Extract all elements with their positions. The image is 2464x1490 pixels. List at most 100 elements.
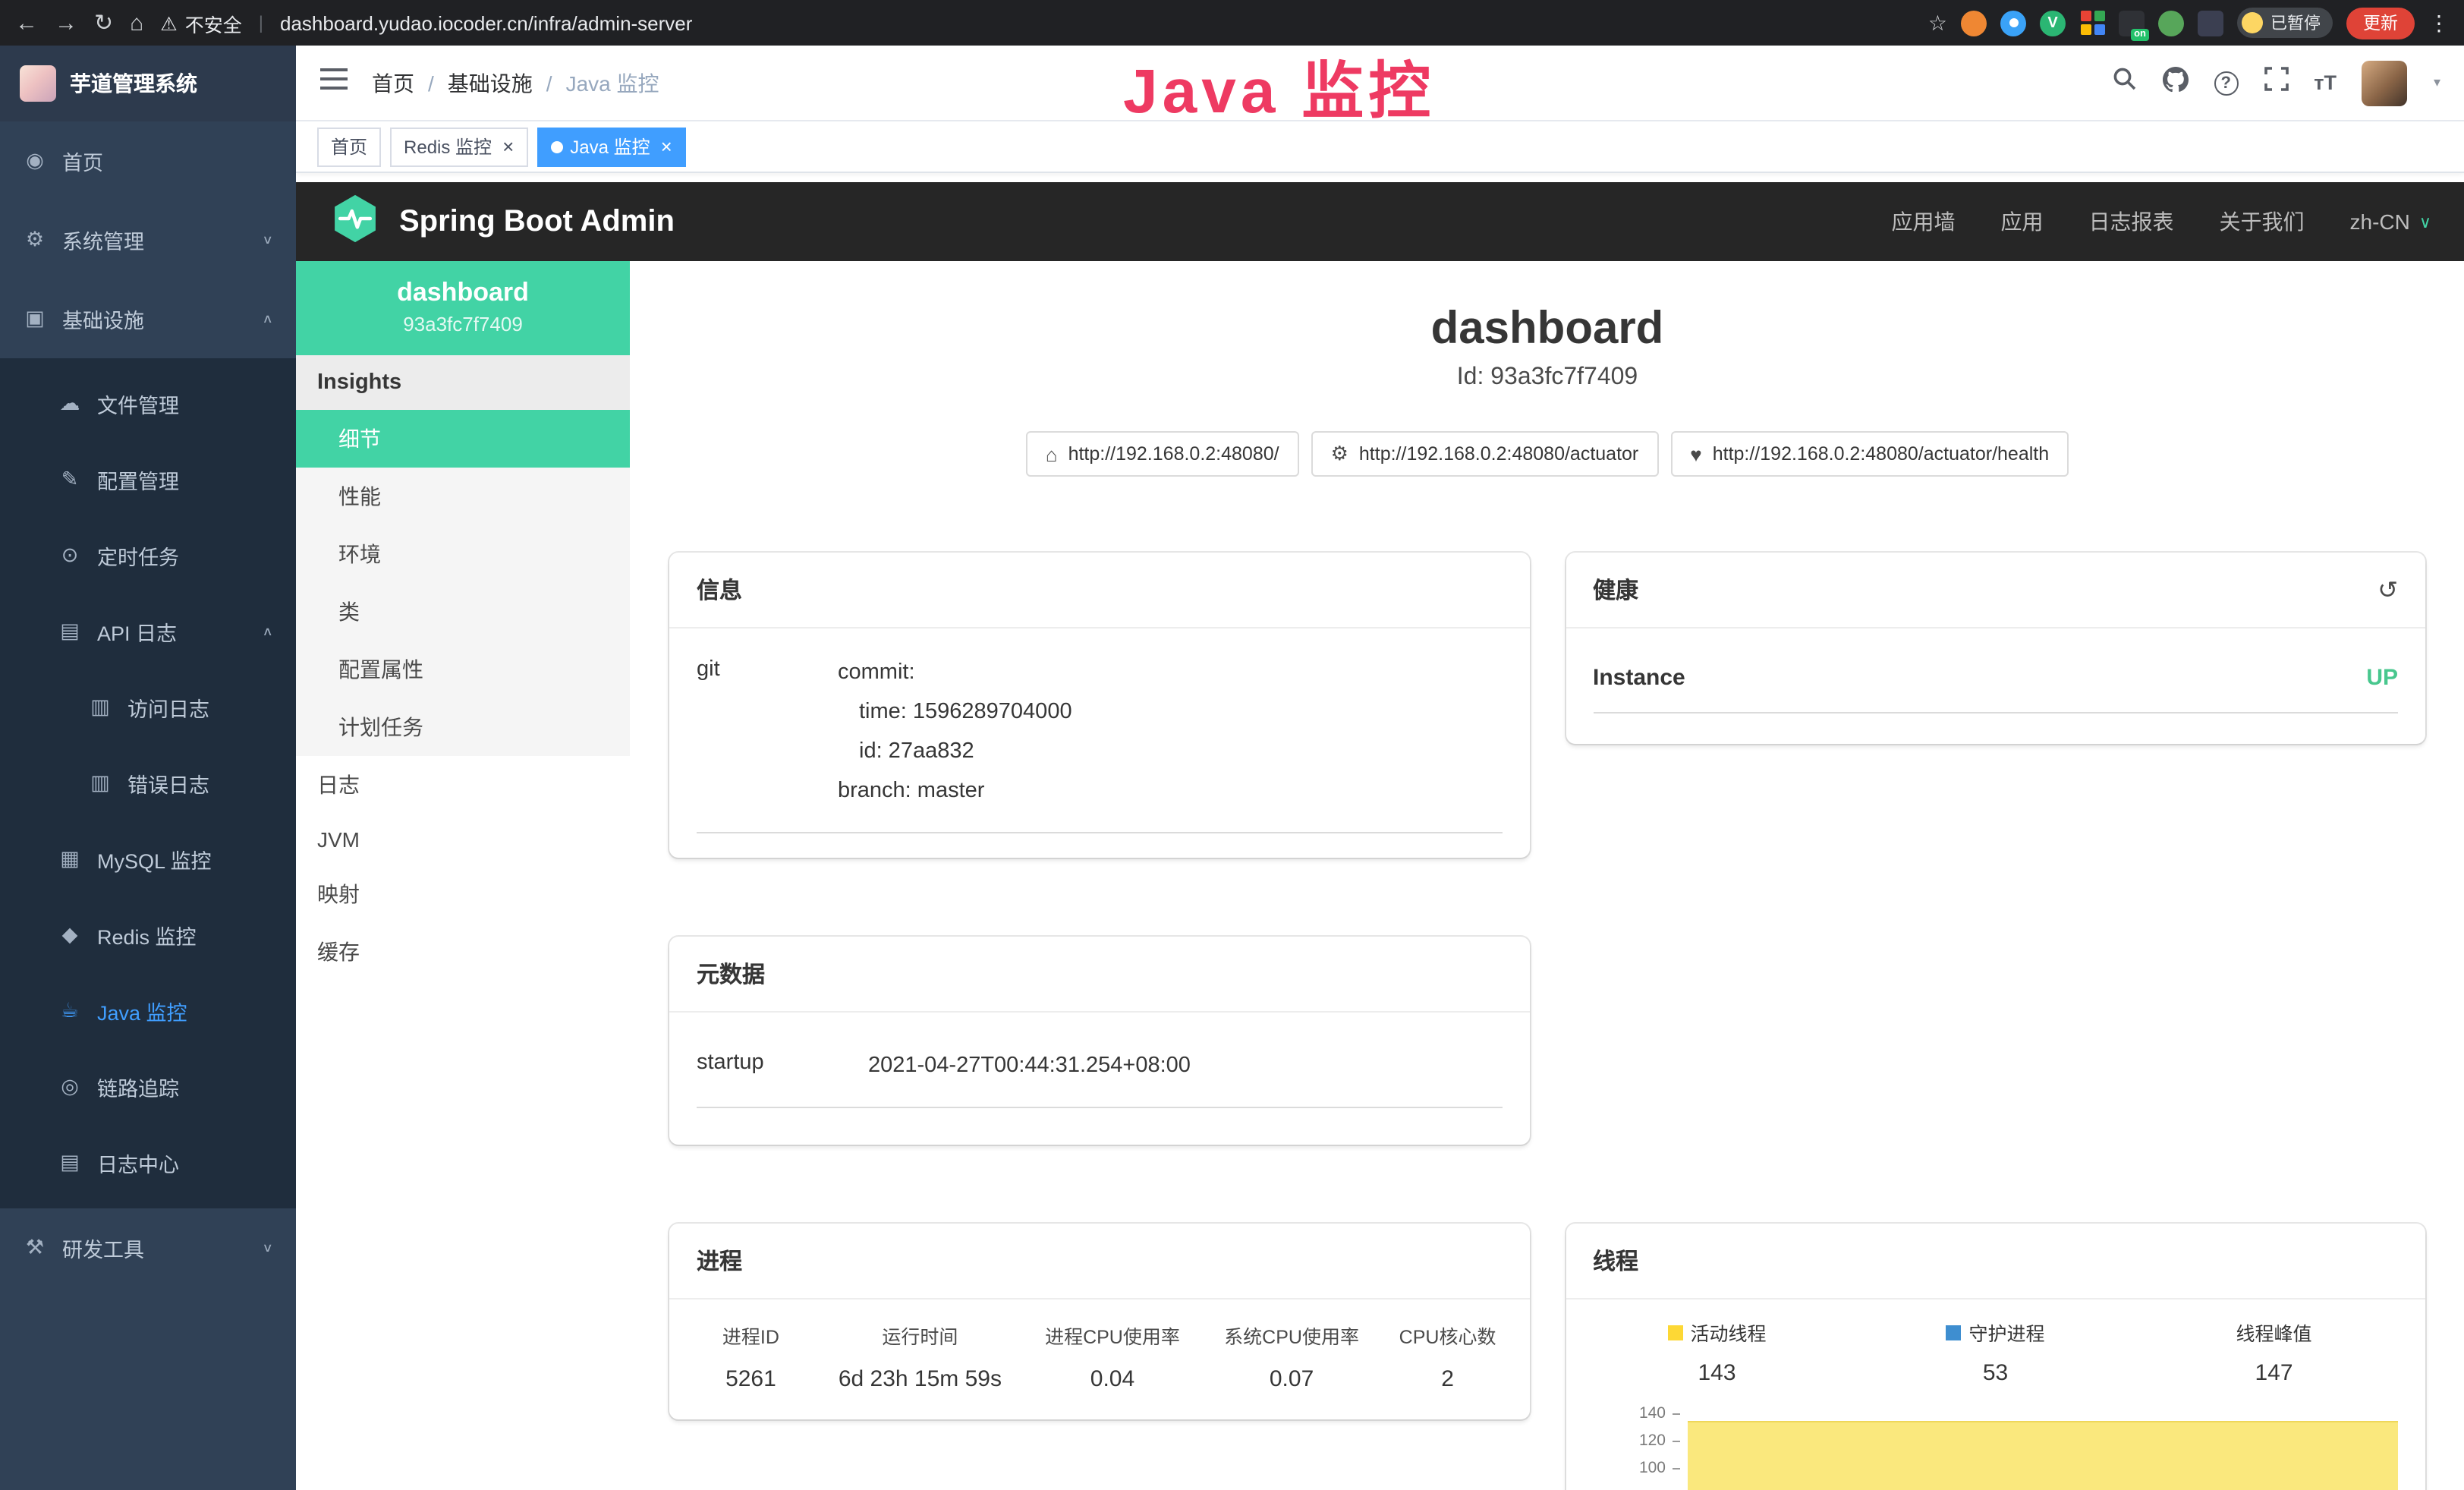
infrastructure-submenu: ☁ 文件管理 ✎ 配置管理 ⊙ 定时任务 ▤ API 日志 ∧ ▥ bbox=[0, 358, 296, 1208]
sidebar-item-error-logs[interactable]: ▥ 错误日志 bbox=[0, 745, 296, 821]
divider: | bbox=[259, 12, 263, 33]
sidebar-item-config-management[interactable]: ✎ 配置管理 bbox=[0, 442, 296, 518]
col-header: 系统CPU使用率 bbox=[1202, 1321, 1381, 1350]
sba-nav-journal[interactable]: 日志报表 bbox=[2089, 206, 2174, 237]
sidebar-item-label: 错误日志 bbox=[127, 768, 209, 799]
extension-pin-icon[interactable] bbox=[2000, 10, 2026, 36]
sidebar-item-redis-monitor[interactable]: ◆ Redis 监控 bbox=[0, 897, 296, 973]
sba-item-config-props[interactable]: 配置属性 bbox=[296, 641, 630, 698]
sba-nav-about[interactable]: 关于我们 bbox=[2220, 206, 2305, 237]
bookmark-star-icon[interactable]: ☆ bbox=[1928, 10, 1947, 36]
breadcrumb-home[interactable]: 首页 bbox=[372, 68, 414, 98]
fullscreen-icon[interactable] bbox=[2264, 67, 2288, 99]
sidebar-item-mysql-monitor[interactable]: ▦ MySQL 监控 bbox=[0, 821, 296, 897]
tab-java-monitor[interactable]: Java 监控 × bbox=[537, 127, 686, 166]
sidebar-item-file-management[interactable]: ☁ 文件管理 bbox=[0, 366, 296, 442]
address-bar[interactable]: dashboard.yudao.iocoder.cn/infra/admin-s… bbox=[280, 11, 692, 34]
info-key: git bbox=[697, 653, 838, 811]
extension-fox-icon[interactable] bbox=[1961, 10, 1987, 36]
sba-logo-icon[interactable] bbox=[329, 192, 381, 251]
sba-nav-applications[interactable]: 应用 bbox=[2001, 206, 2044, 237]
extension-vue-icon[interactable]: V bbox=[2040, 10, 2066, 36]
sba-locale-select[interactable]: zh-CN ∨ bbox=[2350, 209, 2431, 234]
sidebar-item-scheduled-jobs[interactable]: ⊙ 定时任务 bbox=[0, 518, 296, 594]
health-url-button[interactable]: ♥ http://192.168.0.2:48080/actuator/heal… bbox=[1670, 431, 2069, 477]
extension-leaf-icon[interactable] bbox=[2158, 10, 2184, 36]
sidebar-item-label: 研发工具 bbox=[62, 1233, 144, 1263]
back-icon[interactable]: ← bbox=[15, 10, 38, 36]
close-icon[interactable]: × bbox=[661, 135, 672, 158]
sba-item-jvm[interactable]: JVM bbox=[296, 814, 630, 865]
font-size-icon[interactable]: тT bbox=[2314, 71, 2337, 94]
help-icon[interactable]: ? bbox=[2214, 71, 2238, 95]
app-logo[interactable]: 芋道管理系统 bbox=[0, 46, 296, 121]
security-indicator[interactable]: ⚠ 不安全 bbox=[160, 8, 241, 37]
sba-sidebar: dashboard 93a3fc7f7409 Insights 细节 性能 环境… bbox=[296, 261, 630, 1490]
instance-links: ⌂ http://192.168.0.2:48080/ ⚙ http://192… bbox=[630, 431, 2464, 477]
app-sidebar: 芋道管理系统 ◉ 首页 ⚙ 系统管理 ∨ ▣ 基础设施 ∧ ☁ 文件管理 bbox=[0, 46, 296, 1490]
health-row-instance[interactable]: Instance UP bbox=[1593, 665, 2398, 713]
chevron-down-icon: ∨ bbox=[262, 1241, 273, 1255]
sba-brand-title[interactable]: Spring Boot Admin bbox=[399, 204, 675, 239]
instance-url-button[interactable]: ⌂ http://192.168.0.2:48080/ bbox=[1026, 431, 1299, 477]
extension-dark-icon[interactable] bbox=[2198, 10, 2223, 36]
search-icon[interactable] bbox=[2112, 67, 2136, 99]
process-card-title: 进程 bbox=[669, 1224, 1529, 1300]
sidebar-item-api-logs[interactable]: ▤ API 日志 ∧ bbox=[0, 594, 296, 669]
sba-item-classes[interactable]: 类 bbox=[296, 583, 630, 641]
sba-nav-wall[interactable]: 应用墙 bbox=[1892, 206, 1956, 237]
sba-item-caches[interactable]: 缓存 bbox=[296, 923, 630, 981]
tab-label: Redis 监控 bbox=[404, 134, 492, 159]
close-icon[interactable]: × bbox=[502, 135, 514, 158]
live-threads-area bbox=[1687, 1422, 2398, 1490]
sidebar-item-log-center[interactable]: ▤ 日志中心 bbox=[0, 1125, 296, 1201]
github-icon[interactable] bbox=[2162, 66, 2188, 99]
sba-item-scheduled-tasks[interactable]: 计划任务 bbox=[296, 698, 630, 756]
history-icon[interactable]: ↺ bbox=[2377, 575, 2398, 605]
sidebar-item-label: 定时任务 bbox=[97, 540, 179, 571]
tab-home[interactable]: 首页 bbox=[317, 127, 381, 166]
metadata-value: 2021-04-27T00:44:31.254+08:00 bbox=[868, 1047, 1502, 1086]
tab-redis-monitor[interactable]: Redis 监控 × bbox=[390, 127, 527, 166]
sba-item-details[interactable]: 细节 bbox=[296, 410, 630, 468]
sidebar-item-label: 配置管理 bbox=[97, 465, 179, 495]
sidebar-item-label: 系统管理 bbox=[62, 225, 144, 255]
sidebar-item-tracing[interactable]: ◎ 链路追踪 bbox=[0, 1049, 296, 1125]
sba-header: Spring Boot Admin 应用墙 应用 日志报表 关于我们 zh-CN… bbox=[296, 182, 2464, 261]
sba-item-mappings[interactable]: 映射 bbox=[296, 865, 630, 923]
y-axis-tick-label: 100 bbox=[1623, 1460, 1666, 1478]
legend-daemon-threads: 守护进程 53 bbox=[1856, 1318, 2135, 1387]
sba-item-metrics[interactable]: 性能 bbox=[296, 468, 630, 525]
actuator-url-button[interactable]: ⚙ http://192.168.0.2:48080/actuator bbox=[1311, 431, 1659, 477]
sidebar-item-label: 链路追踪 bbox=[97, 1072, 179, 1102]
sba-item-logs[interactable]: 日志 bbox=[296, 756, 630, 814]
extension-grid-icon[interactable] bbox=[2079, 10, 2105, 36]
browser-menu-icon[interactable]: ⋮ bbox=[2428, 10, 2450, 36]
forward-icon[interactable]: → bbox=[55, 10, 77, 36]
profile-paused-badge[interactable]: 已暂停 bbox=[2237, 8, 2333, 38]
col-value: 2 bbox=[1381, 1367, 1514, 1393]
link-label: http://192.168.0.2:48080/actuator bbox=[1359, 443, 1638, 465]
breadcrumb-separator: / bbox=[546, 71, 552, 95]
home-dashboard-icon: ◉ bbox=[23, 149, 47, 173]
sidebar-item-java-monitor[interactable]: ☕ Java 监控 bbox=[0, 973, 296, 1049]
sba-item-environment[interactable]: 环境 bbox=[296, 525, 630, 583]
breadcrumb-infrastructure[interactable]: 基础设施 bbox=[448, 68, 533, 98]
extension-tampermonkey-icon[interactable]: on bbox=[2119, 10, 2145, 36]
daemon-threads-swatch bbox=[1946, 1325, 1961, 1340]
home-icon[interactable]: ⌂ bbox=[130, 10, 143, 36]
sidebar-item-dev-tools[interactable]: ⚒ 研发工具 ∨ bbox=[0, 1208, 296, 1287]
sidebar-item-home[interactable]: ◉ 首页 bbox=[0, 121, 296, 200]
tools-icon: ⚒ bbox=[23, 1236, 47, 1260]
sidebar-item-system-management[interactable]: ⚙ 系统管理 ∨ bbox=[0, 200, 296, 279]
reload-icon[interactable]: ↻ bbox=[94, 9, 113, 36]
database-icon: ▦ bbox=[58, 847, 82, 871]
browser-update-button[interactable]: 更新 bbox=[2346, 7, 2415, 39]
sidebar-fold-icon[interactable] bbox=[320, 67, 348, 99]
instance-header[interactable]: dashboard 93a3fc7f7409 bbox=[296, 261, 630, 355]
user-avatar[interactable] bbox=[2362, 60, 2408, 106]
caret-down-icon[interactable]: ▾ bbox=[2434, 74, 2440, 91]
sidebar-item-access-logs[interactable]: ▥ 访问日志 bbox=[0, 669, 296, 745]
sidebar-item-label: 基础设施 bbox=[62, 304, 144, 334]
sidebar-item-infrastructure[interactable]: ▣ 基础设施 ∧ bbox=[0, 279, 296, 358]
